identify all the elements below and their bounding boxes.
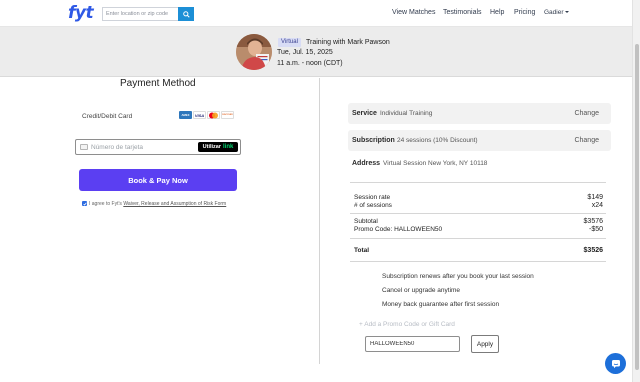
subscription-row: Subscription 24 sessions (10% Discount) … bbox=[348, 130, 611, 151]
amex-icon: AMEX bbox=[179, 111, 192, 119]
search-button[interactable] bbox=[178, 7, 194, 21]
chat-button[interactable] bbox=[605, 353, 626, 374]
subscription-value: 24 sessions (10% Discount) bbox=[397, 137, 478, 144]
link-pay-button[interactable]: Utilizar link bbox=[198, 142, 238, 152]
note-guarantee: Money back guarantee after first session bbox=[382, 301, 500, 308]
column-divider bbox=[319, 78, 320, 364]
scroll-thumb[interactable] bbox=[635, 44, 639, 370]
amex-label: AMEX bbox=[181, 113, 190, 117]
agree-checkbox[interactable] bbox=[82, 201, 87, 206]
discover-icon: DISCOVER bbox=[221, 111, 234, 119]
card-number-input[interactable] bbox=[91, 142, 191, 152]
agree-prefix: I agree to Fyt's bbox=[89, 201, 122, 207]
book-and-pay-button[interactable]: Book & Pay Now bbox=[79, 169, 237, 191]
service-label: Service bbox=[352, 110, 377, 117]
session-rate-label: Session rate bbox=[354, 194, 391, 201]
card-number-field: Utilizar link bbox=[75, 139, 241, 155]
service-row: Service Individual Training Change bbox=[348, 103, 611, 124]
sessions-count-value: x24 bbox=[591, 202, 603, 209]
fyt-logo[interactable]: fyt bbox=[68, 3, 94, 23]
session-title: Training with Mark Pawson bbox=[306, 39, 390, 46]
session-rate-value: $149 bbox=[587, 194, 603, 201]
nav-view-matches[interactable]: View Matches bbox=[392, 9, 435, 16]
promo-discount-value: -$50 bbox=[588, 226, 603, 233]
virtual-badge: Virtual bbox=[278, 38, 301, 47]
nav-testimonials[interactable]: Testimonials bbox=[443, 9, 482, 16]
note-renews: Subscription renews after you book your … bbox=[382, 273, 534, 280]
apply-promo-button[interactable]: Apply bbox=[471, 335, 499, 353]
account-name: Gadier bbox=[544, 9, 564, 16]
location-search bbox=[102, 7, 194, 21]
check-icon bbox=[82, 202, 87, 206]
discover-label: DISCOVER bbox=[222, 114, 233, 116]
promo-label: Promo Code: HALLOWEEN50 bbox=[354, 226, 443, 233]
promo-code-input[interactable] bbox=[366, 337, 459, 351]
add-promo-link[interactable]: + Add a Promo Code or Gift Card bbox=[359, 321, 455, 328]
change-service-link[interactable]: Change bbox=[574, 110, 599, 117]
summary-divider bbox=[350, 182, 606, 183]
visa-label: VISA bbox=[194, 112, 205, 118]
address-label: Address bbox=[352, 160, 381, 167]
trainer-avatar bbox=[236, 34, 272, 70]
card-icon bbox=[80, 144, 88, 150]
subtotal-label: Subtotal bbox=[354, 218, 378, 225]
caret-down-icon bbox=[564, 11, 569, 14]
summary-divider bbox=[350, 238, 606, 239]
address-value: Virtual Session New York, NY 10118 bbox=[383, 160, 488, 167]
chat-icon bbox=[611, 359, 620, 368]
summary-divider bbox=[350, 213, 606, 214]
sessions-count-label: # of sessions bbox=[354, 202, 392, 209]
total-label: Total bbox=[354, 247, 370, 254]
link-button-label: Utilizar bbox=[202, 144, 221, 150]
subscription-label: Subscription bbox=[352, 137, 395, 144]
location-search-input[interactable] bbox=[103, 8, 179, 20]
promo-code-field bbox=[365, 336, 460, 352]
nav-help[interactable]: Help bbox=[490, 9, 504, 16]
change-subscription-link[interactable]: Change bbox=[574, 137, 599, 144]
service-value: Individual Training bbox=[380, 110, 433, 117]
session-date: Tue, Jul. 15, 2025 bbox=[277, 49, 333, 56]
address-row: Address Virtual Session New York, NY 101… bbox=[348, 153, 611, 174]
subtotal-value: $3576 bbox=[583, 218, 603, 225]
mastercard-icon bbox=[207, 111, 220, 119]
agree-text: I agree to Fyt's Waiver, Release and Ass… bbox=[89, 201, 226, 207]
top-navbar: fyt View Matches Testimonials Help Prici… bbox=[0, 0, 632, 27]
summary-divider bbox=[350, 261, 606, 262]
account-menu[interactable]: Gadier bbox=[544, 9, 569, 16]
search-icon bbox=[182, 10, 190, 18]
note-cancel: Cancel or upgrade anytime bbox=[382, 287, 461, 294]
nav-pricing[interactable]: Pricing bbox=[514, 9, 535, 16]
card-option-label[interactable]: Credit/Debit Card bbox=[82, 113, 132, 120]
session-time: 11 a.m. - noon (CDT) bbox=[277, 60, 343, 67]
waiver-link[interactable]: Waiver, Release and Assumption of Risk F… bbox=[123, 201, 226, 207]
page-scrollbar[interactable] bbox=[632, 0, 640, 382]
card-brands: AMEX VISA DISCOVER bbox=[179, 111, 234, 119]
payment-method-heading: Payment Method bbox=[120, 78, 196, 89]
visa-icon: VISA bbox=[193, 111, 206, 119]
total-value: $3526 bbox=[583, 247, 603, 254]
link-brand: link bbox=[223, 144, 234, 150]
